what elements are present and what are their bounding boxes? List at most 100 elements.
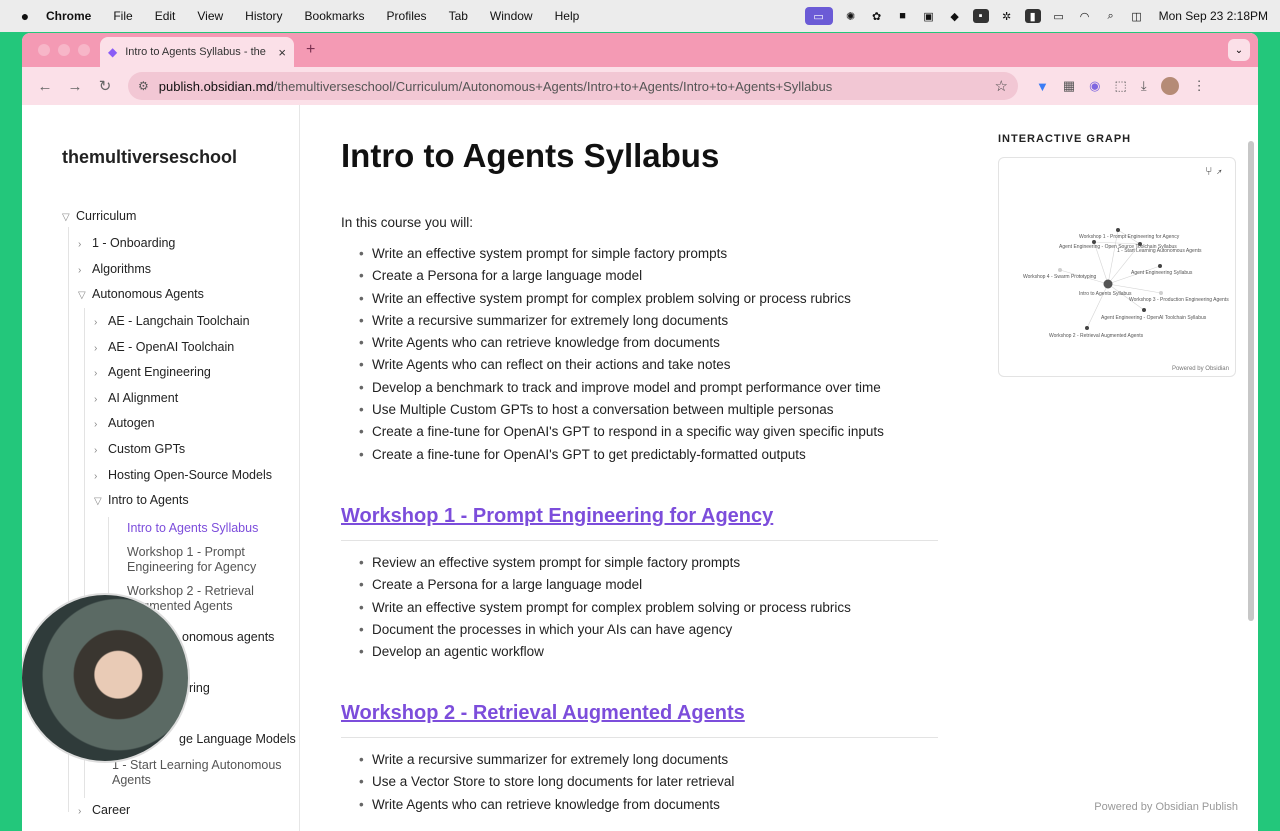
site-title[interactable]: themultiverseschool xyxy=(62,147,237,168)
elephant-icon[interactable]: ◆ xyxy=(947,9,963,23)
bookmark-star-icon[interactable]: ☆ xyxy=(995,77,1008,95)
puzzle-extensions-icon[interactable]: ⬚ xyxy=(1115,78,1127,94)
chevron-right-icon: › xyxy=(78,265,82,276)
chevron-down-icon: ▽ xyxy=(62,212,70,223)
menubar-clock[interactable]: Mon Sep 23 2:18PM xyxy=(1159,9,1268,23)
site-info-icon[interactable]: ⚙ xyxy=(138,79,149,93)
wifi-icon[interactable]: ◠ xyxy=(1077,9,1093,23)
page-scrollbar[interactable] xyxy=(1248,141,1254,621)
sidebar-item-curriculum[interactable]: ▽ Curriculum xyxy=(62,209,136,223)
url-text[interactable]: publish.obsidian.md/themultiverseschool/… xyxy=(159,79,995,94)
search-icon[interactable]: ⌕ xyxy=(1103,9,1119,23)
sidebar-item-autonomous-agents[interactable]: ▽ Autonomous Agents xyxy=(78,287,204,301)
workshop-2-list: Write a recursive summarizer for extreme… xyxy=(359,752,734,819)
extension-icon[interactable]: ✿ xyxy=(869,9,885,23)
graph-node[interactable] xyxy=(1158,264,1162,268)
sidebar-item-onboarding[interactable]: › 1 - Onboarding xyxy=(78,236,175,250)
profile-avatar[interactable] xyxy=(1160,77,1179,95)
screen-share-icon[interactable]: ▭ xyxy=(804,7,833,25)
sidebar-item-hosting-open-source[interactable]: › Hosting Open-Source Models xyxy=(94,468,272,482)
dots-extension-icon[interactable]: ▦ xyxy=(1063,78,1075,94)
minimize-window-button[interactable] xyxy=(58,44,70,56)
list-item: Develop a benchmark to track and improve… xyxy=(359,380,884,402)
reload-icon[interactable]: ↻ xyxy=(90,77,120,95)
sidebar-item-llm-partial[interactable]: ge Language Models xyxy=(179,732,296,746)
vpn-extension-icon[interactable]: ▼ xyxy=(1036,79,1049,94)
chevron-right-icon: › xyxy=(94,445,98,456)
active-tab[interactable]: ◆ Intro to Agents Syllabus - the × xyxy=(100,37,294,67)
menu-file[interactable]: File xyxy=(113,9,132,23)
sidebar-item-custom-gpts[interactable]: › Custom GPTs xyxy=(94,442,185,456)
kebab-menu-icon[interactable]: ⋮ xyxy=(1193,78,1206,94)
sidebar-item-agent-engineering[interactable]: › Agent Engineering xyxy=(94,365,211,379)
divider xyxy=(341,540,938,541)
sidebar-item-algorithms[interactable]: › Algorithms xyxy=(78,262,151,276)
graph-canvas[interactable] xyxy=(999,158,1237,378)
sidebar-item-autonomous-agents-partial[interactable]: onomous agents xyxy=(182,630,274,644)
apple-menu-icon[interactable]: ● xyxy=(14,8,36,24)
battery-icon[interactable]: ▭ xyxy=(1051,9,1067,23)
calendar-icon[interactable]: ▣ xyxy=(921,9,937,23)
sidebar-item-intro-to-agents[interactable]: ▽ Intro to Agents xyxy=(94,493,189,507)
menu-history[interactable]: History xyxy=(245,9,282,23)
workshop-2-heading-link[interactable]: Workshop 2 - Retrieval Augmented Agents xyxy=(341,702,745,725)
list-item: Use a Vector Store to store long documen… xyxy=(359,774,734,796)
back-arrow-icon[interactable]: ← xyxy=(30,78,60,95)
sidebar-item-start-learning[interactable]: 1 - Start Learning Autonomous Agents xyxy=(112,758,292,788)
menu-view[interactable]: View xyxy=(197,9,223,23)
list-item: Write Agents who can reflect on their ac… xyxy=(359,357,884,379)
menu-tab[interactable]: Tab xyxy=(449,9,468,23)
bag-icon[interactable]: ■ xyxy=(895,9,911,23)
ai-extension-icon[interactable]: ◉ xyxy=(1089,78,1100,94)
interactive-graph[interactable]: ⑂ ↗ Workshop 1 - Prompt Engineering for … xyxy=(998,157,1236,377)
close-window-button[interactable] xyxy=(38,44,50,56)
control-center-icon[interactable]: ◫ xyxy=(1129,9,1145,23)
chevron-right-icon: › xyxy=(94,343,98,354)
chevron-right-icon: › xyxy=(94,419,98,430)
powered-by-obsidian-publish-link[interactable]: Powered by Obsidian Publish xyxy=(1094,801,1238,813)
menu-edit[interactable]: Edit xyxy=(155,9,176,23)
sidebar-item-career[interactable]: › Career xyxy=(78,803,130,817)
openai-icon[interactable]: ✲ xyxy=(999,9,1015,23)
sidebar-item-ae-openai[interactable]: › AE - OpenAI Toolchain xyxy=(94,340,234,354)
graph-node[interactable] xyxy=(1116,228,1120,232)
workshop-1-list: Review an effective system prompt for si… xyxy=(359,555,851,666)
menu-bookmarks[interactable]: Bookmarks xyxy=(305,9,365,23)
chevron-right-icon: › xyxy=(78,806,82,817)
menu-app[interactable]: Chrome xyxy=(46,9,91,23)
graph-node[interactable] xyxy=(1085,326,1089,330)
graph-label: Workshop 4 - Swarm Prototyping xyxy=(1023,274,1097,280)
menu-profiles[interactable]: Profiles xyxy=(387,9,427,23)
graph-node[interactable] xyxy=(1142,308,1146,312)
profile-icon[interactable]: ▮ xyxy=(1024,9,1041,23)
download-icon[interactable]: ⤓ xyxy=(1141,78,1147,94)
forward-arrow-icon[interactable]: → xyxy=(60,78,90,95)
new-tab-icon[interactable]: + xyxy=(306,41,315,59)
menu-window[interactable]: Window xyxy=(490,9,533,23)
gear-icon[interactable]: ✺ xyxy=(843,9,859,23)
list-item: Document the processes in which your AIs… xyxy=(359,622,851,644)
sidebar-item-label: Intro to Agents xyxy=(108,493,189,507)
sidebar-item-workshop-1[interactable]: Workshop 1 - Prompt Engineering for Agen… xyxy=(127,545,287,575)
address-bar[interactable]: ⚙ publish.obsidian.md/themultiverseschoo… xyxy=(128,72,1018,100)
list-item: Create a Persona for a large language mo… xyxy=(359,268,884,290)
sidebar-item-ai-alignment[interactable]: › AI Alignment xyxy=(94,391,178,405)
workshop-1-heading-link[interactable]: Workshop 1 - Prompt Engineering for Agen… xyxy=(341,505,773,528)
divider xyxy=(341,737,938,738)
sidebar-item-autogen[interactable]: › Autogen xyxy=(94,416,155,430)
graph-node[interactable] xyxy=(1058,268,1062,272)
display-icon[interactable]: ▪ xyxy=(972,9,989,23)
list-item: Review an effective system prompt for si… xyxy=(359,555,851,577)
chevron-right-icon: › xyxy=(94,317,98,328)
sidebar-item-ae-langchain[interactable]: › AE - Langchain Toolchain xyxy=(94,314,250,328)
sidebar-item-intro-syllabus[interactable]: Intro to Agents Syllabus xyxy=(127,521,258,535)
graph-node-current[interactable] xyxy=(1103,279,1113,289)
tab-search-chevron-icon[interactable]: ⌄ xyxy=(1228,39,1250,61)
close-tab-icon[interactable]: × xyxy=(278,45,286,60)
sidebar-item-label: Custom GPTs xyxy=(108,442,186,456)
browser-window: ◆ Intro to Agents Syllabus - the × + ⌄ ←… xyxy=(22,33,1258,831)
list-item: Write an effective system prompt for com… xyxy=(359,600,851,622)
graph-node[interactable] xyxy=(1159,291,1163,295)
zoom-window-button[interactable] xyxy=(78,44,90,56)
menu-help[interactable]: Help xyxy=(555,9,580,23)
